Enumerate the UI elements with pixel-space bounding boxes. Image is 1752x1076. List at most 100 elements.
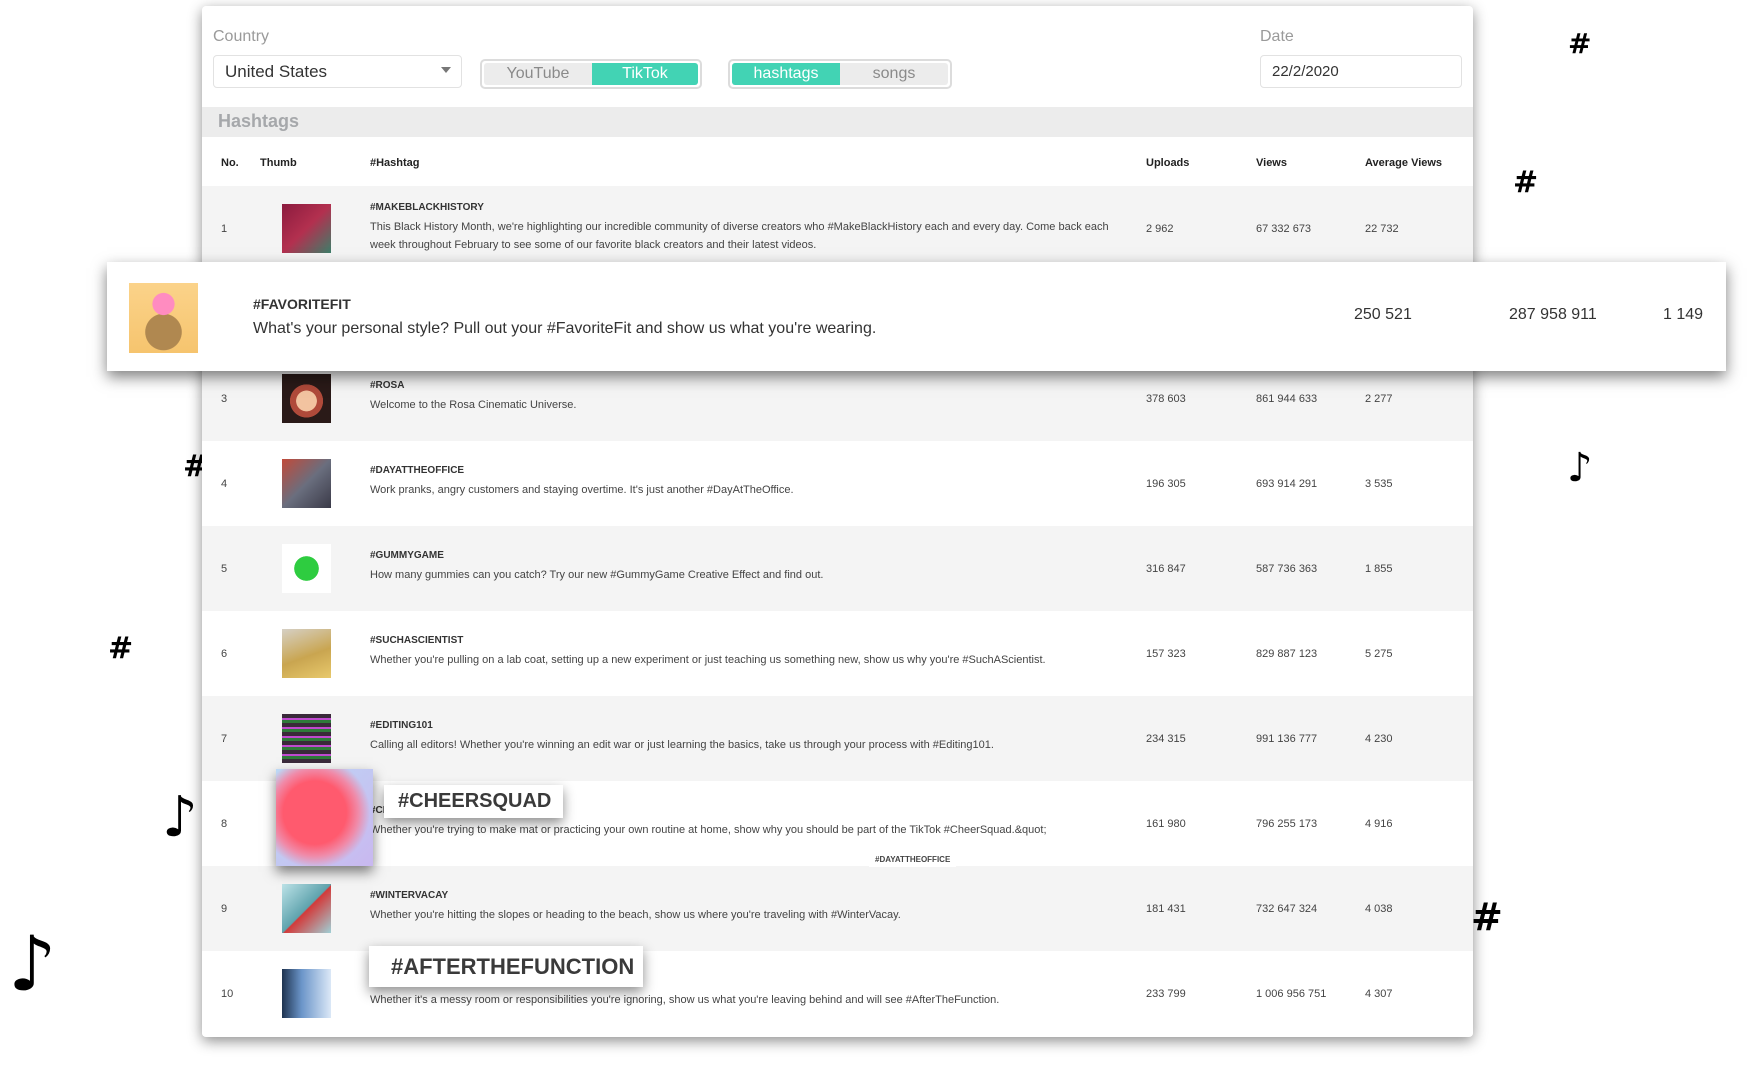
average-views-value: 1 855 xyxy=(1365,563,1393,575)
table-row[interactable]: 7 #EDITING101 Calling all editors! Whether… xyxy=(202,696,1473,781)
hashtag-description: Whether you're trying to make mat or pra… xyxy=(370,824,1047,836)
row-number: 10 xyxy=(221,988,234,1000)
uploads-value: 2 962 xyxy=(1146,223,1174,235)
average-views-value: 5 275 xyxy=(1365,648,1393,660)
views-value: 861 944 633 xyxy=(1256,393,1318,405)
row-number: 9 xyxy=(221,903,228,915)
cheersquad-drag-label[interactable]: #CHEERSQUAD xyxy=(384,785,563,818)
thumbnail xyxy=(282,544,331,593)
date-label: Date xyxy=(1260,28,1294,45)
average-views-value: 22 732 xyxy=(1365,223,1399,235)
hashtag-description: Welcome to the Rosa Cinematic Universe. xyxy=(370,399,577,411)
platform-tiktok[interactable]: TikTok xyxy=(591,63,698,85)
table-row[interactable]: 9 #WINTERVACAY Whether you're hitting the … xyxy=(202,866,1473,951)
row-number: 6 xyxy=(221,648,228,660)
uploads-value: 161 980 xyxy=(1146,818,1186,830)
type-toggle: hashtags songs xyxy=(728,59,952,89)
table-row[interactable]: 6 #SUCHASCIENTIST Whether you're pulling o… xyxy=(202,611,1473,696)
col-hashtag: #Hashtag xyxy=(370,157,420,169)
thumbnail xyxy=(282,204,331,253)
uploads-value: 233 799 xyxy=(1146,988,1186,1000)
hashtag-description: This Black History Month, we're highligh… xyxy=(370,221,1109,251)
section-header: Hashtags xyxy=(202,107,1473,137)
row-number: 4 xyxy=(221,478,228,490)
hashtag-description: Whether you're pulling on a lab coat, se… xyxy=(370,654,1046,666)
dragged-row-favoritefit[interactable]: #FAVORITEFIT What's your personal style?… xyxy=(107,262,1726,371)
thumbnail-cheersquad-drag[interactable] xyxy=(276,769,373,866)
col-uploads[interactable]: Uploads xyxy=(1146,157,1189,169)
average-views-value: 1 149 xyxy=(1663,306,1704,323)
music-note-icon: ♪ xyxy=(8,919,57,1008)
thumbnail xyxy=(282,714,331,763)
average-views-value: 4 038 xyxy=(1365,903,1393,915)
row-number: 8 xyxy=(221,818,228,830)
thumbnail xyxy=(282,629,331,678)
row-number: 3 xyxy=(221,393,228,405)
uploads-value: 378 603 xyxy=(1146,393,1186,405)
table-header: No. Thumb #Hashtag Uploads Views Average… xyxy=(202,137,1473,186)
uploads-value: 234 315 xyxy=(1146,733,1186,745)
hashtag-name: #SUCHASCIENTIST xyxy=(370,635,464,646)
thumbnail-favoritefit xyxy=(129,283,198,353)
row-number: 1 xyxy=(221,223,228,235)
afterthefunction-drag-label[interactable]: #AFTERTHEFUNCTION xyxy=(369,946,643,987)
hashtag-name: #WINTERVACAY xyxy=(370,890,449,901)
date-input[interactable]: 22/2/2020 xyxy=(1260,55,1462,88)
country-value: United States xyxy=(225,62,328,81)
views-value: 829 887 123 xyxy=(1256,648,1318,660)
views-value: 1 006 956 751 xyxy=(1256,988,1327,1000)
hash-icon: # xyxy=(108,631,134,666)
hashtag-name: #GUMMYGAME xyxy=(370,550,444,561)
views-value: 693 914 291 xyxy=(1256,478,1318,490)
average-views-value: 4 307 xyxy=(1365,988,1393,1000)
row-number: 7 xyxy=(221,733,228,745)
thumbnail xyxy=(282,374,331,423)
hash-icon: # xyxy=(1568,27,1592,60)
hash-icon: # xyxy=(1513,165,1539,200)
col-no: No. xyxy=(221,157,239,169)
uploads-value: 181 431 xyxy=(1146,903,1186,915)
table-row[interactable]: 5 #GUMMYGAME How many gummies can you catc… xyxy=(202,526,1473,611)
average-views-value: 3 535 xyxy=(1365,478,1393,490)
hashtag-description: What's your personal style? Pull out you… xyxy=(253,320,877,337)
col-thumb: Thumb xyxy=(260,157,297,169)
hashtag-name: #MAKEBLACKHISTORY xyxy=(370,202,484,213)
type-songs[interactable]: songs xyxy=(840,63,948,85)
uploads-value: 316 847 xyxy=(1146,563,1186,575)
table-row[interactable]: 1 #MAKEBLACKHISTORY This Black History Mon… xyxy=(202,186,1473,271)
hashtag-name: #FAVORITEFIT xyxy=(253,296,351,312)
views-value: 287 958 911 xyxy=(1509,306,1597,323)
average-views-value: 4 916 xyxy=(1365,818,1393,830)
chevron-down-icon xyxy=(441,67,451,73)
thumbnail xyxy=(282,884,331,933)
hashtag-description: Work pranks, angry customers and staying… xyxy=(370,484,794,496)
section-title: Hashtags xyxy=(218,111,300,131)
music-note-icon: ♪ xyxy=(1567,445,1593,491)
views-value: 796 255 173 xyxy=(1256,818,1318,830)
hashtag-description: Calling all editors! Whether you're winn… xyxy=(370,739,994,751)
uploads-value: 157 323 xyxy=(1146,648,1186,660)
hashtags-panel: Country United States YouTube TikTok has… xyxy=(202,6,1473,1037)
hashtag-description: Whether it's a messy room or responsibil… xyxy=(370,994,1000,1006)
music-note-icon: ♪ xyxy=(162,785,198,850)
views-value: 732 647 324 xyxy=(1256,903,1318,915)
table-row[interactable]: 4 #DAYATTHEOFFICE Work pranks, angry custo… xyxy=(202,441,1473,526)
hashtag-name: #DAYATTHEOFFICE xyxy=(370,465,465,476)
average-views-value: 4 230 xyxy=(1365,733,1393,745)
thumbnail xyxy=(282,969,331,1018)
country-label: Country xyxy=(213,28,270,45)
views-value: 991 136 777 xyxy=(1256,733,1318,745)
views-value: 67 332 673 xyxy=(1256,223,1312,235)
country-select[interactable]: United States xyxy=(213,55,462,88)
thumbnail xyxy=(282,459,331,508)
col-views[interactable]: Views xyxy=(1256,157,1287,169)
type-hashtags[interactable]: hashtags xyxy=(732,63,840,85)
hash-icon: # xyxy=(1471,895,1503,939)
hashtag-description: Whether you're hitting the slopes or hea… xyxy=(370,909,901,921)
platform-youtube[interactable]: YouTube xyxy=(484,63,592,85)
dayattheoffice-tooltip: #DAYATTHEOFFICE xyxy=(869,852,957,867)
platform-toggle: YouTube TikTok xyxy=(480,59,702,89)
hashtag-description: How many gummies can you catch? Try our … xyxy=(370,569,824,581)
row-number: 5 xyxy=(221,563,228,575)
col-average-views[interactable]: Average Views xyxy=(1365,157,1442,169)
